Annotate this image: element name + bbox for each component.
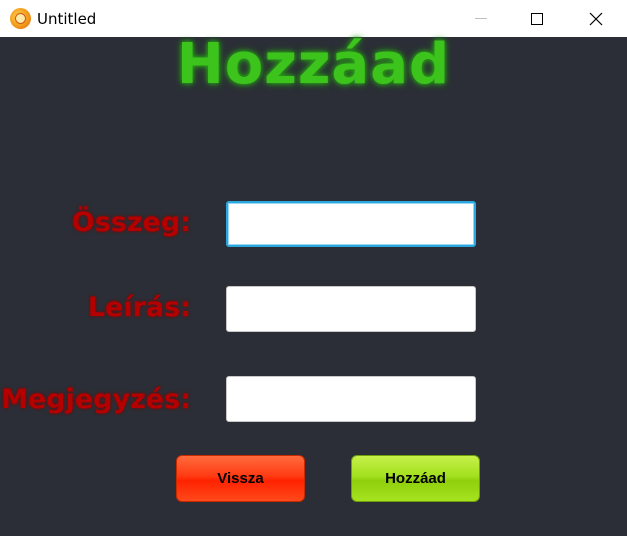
amount-input[interactable] — [226, 201, 476, 247]
back-button[interactable]: Vissza — [176, 455, 305, 502]
maximize-icon — [531, 12, 543, 25]
minimize-icon — [475, 18, 487, 19]
close-icon — [589, 12, 603, 25]
app-icon — [10, 8, 31, 29]
description-label: Leírás: — [87, 292, 191, 323]
add-button[interactable]: Hozzáad — [351, 455, 480, 502]
page-title: Hozzáad — [176, 32, 451, 97]
note-input[interactable] — [226, 376, 476, 422]
amount-label: Összeg: — [71, 207, 191, 238]
description-input[interactable] — [226, 286, 476, 332]
window-title: Untitled — [37, 10, 97, 28]
note-label: Megjegyzés: — [1, 384, 191, 415]
